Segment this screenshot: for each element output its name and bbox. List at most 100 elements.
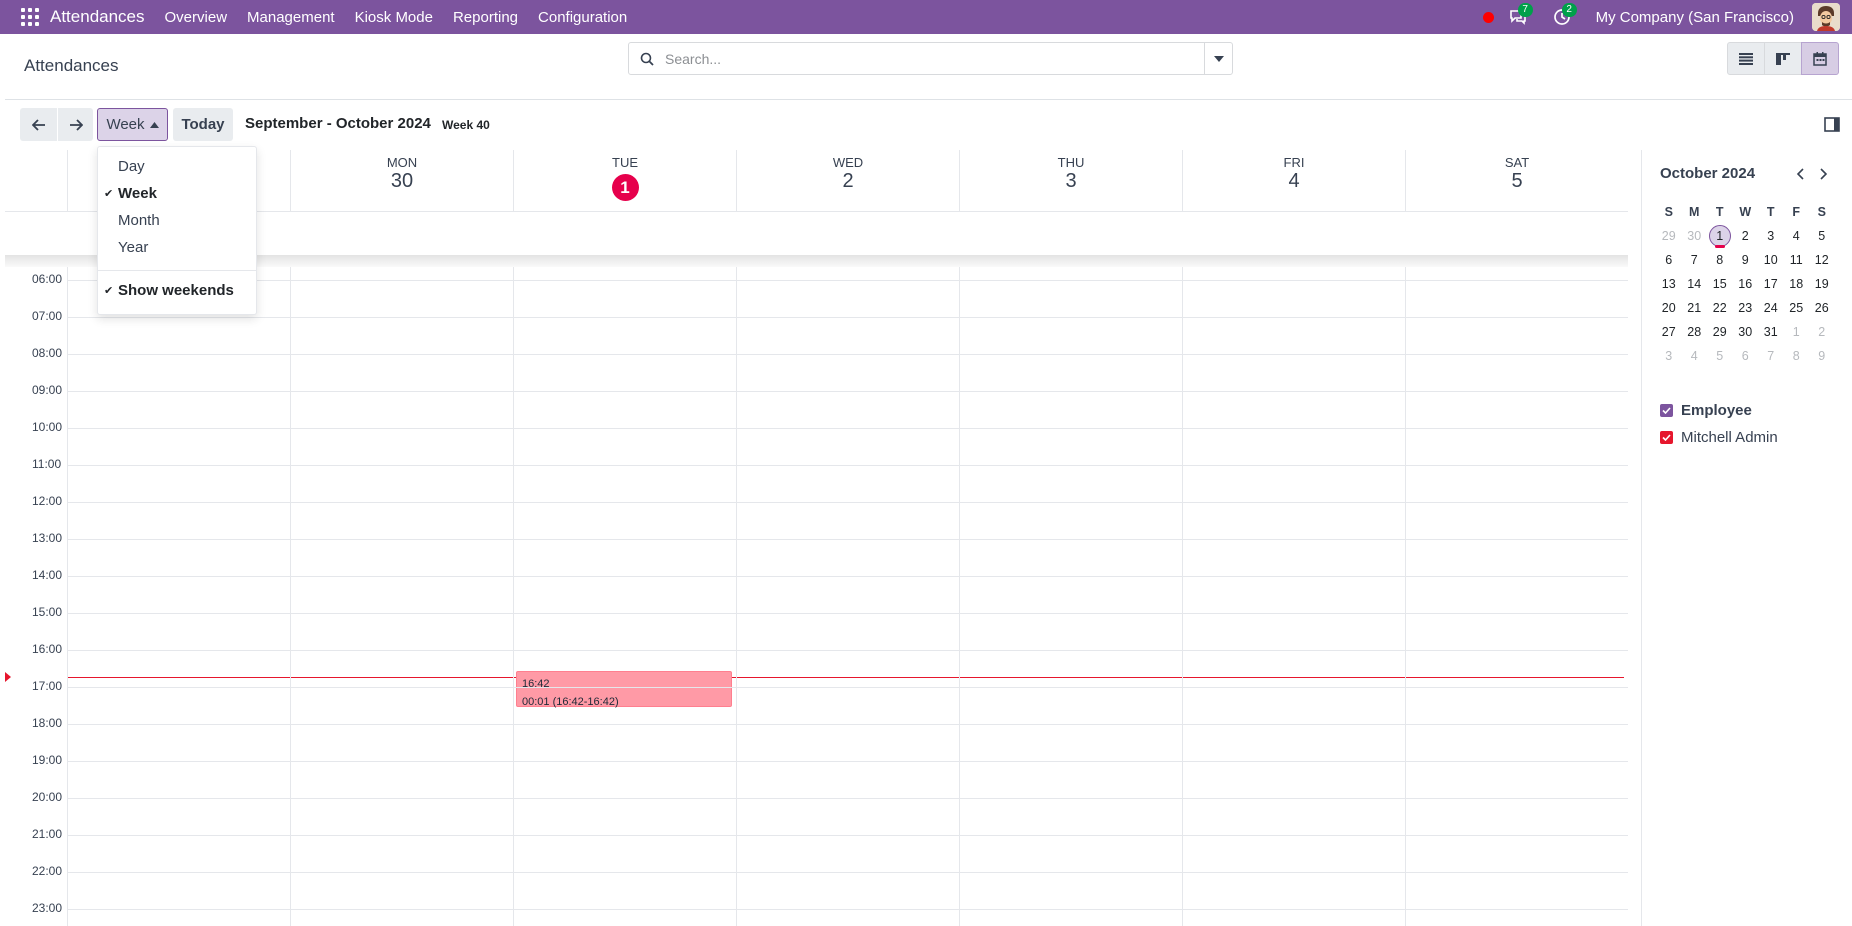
day-name: FRI xyxy=(1283,155,1305,170)
mini-day[interactable]: 7 xyxy=(1758,344,1784,368)
mini-day[interactable]: 19 xyxy=(1809,272,1835,296)
hour-label: 19:00 xyxy=(32,753,63,767)
search-input[interactable] xyxy=(665,50,1204,67)
show-weekends-toggle[interactable]: ✔ Show weekends xyxy=(98,278,256,304)
mini-day-number: 15 xyxy=(1712,277,1727,291)
mini-day[interactable]: 2 xyxy=(1733,224,1759,248)
mini-day[interactable]: 18 xyxy=(1784,272,1810,296)
mini-day[interactable]: 13 xyxy=(1656,272,1682,296)
day-column-divider xyxy=(1405,267,1406,926)
mini-day[interactable]: 12 xyxy=(1809,248,1835,272)
mini-day[interactable]: 25 xyxy=(1784,296,1810,320)
checkbox-mitchell-admin[interactable] xyxy=(1660,430,1673,444)
mini-day[interactable]: 5 xyxy=(1707,344,1733,368)
recording-indicator[interactable] xyxy=(1482,11,1494,23)
today-button[interactable]: Today xyxy=(173,108,233,141)
mini-day-number: 2 xyxy=(1818,325,1826,339)
mini-day[interactable]: 22 xyxy=(1707,296,1733,320)
day-header-fri[interactable]: FRI 4 xyxy=(1182,150,1405,211)
day-header-sat[interactable]: SAT 5 xyxy=(1405,150,1628,211)
attendance-event[interactable]: 16:42 00:01 (16:42-16:42) xyxy=(516,670,732,708)
menu-kiosk-mode[interactable]: Kiosk Mode xyxy=(345,9,443,26)
user-avatar[interactable] xyxy=(1812,3,1840,31)
search-options-toggle[interactable] xyxy=(1204,43,1232,74)
menu-management[interactable]: Management xyxy=(237,9,345,26)
mini-day[interactable]: 1 xyxy=(1784,320,1810,344)
mini-day[interactable]: 29 xyxy=(1707,320,1733,344)
mini-day[interactable]: 14 xyxy=(1682,272,1708,296)
mini-next-button[interactable] xyxy=(1816,165,1832,183)
mini-day[interactable]: 16 xyxy=(1733,272,1759,296)
mini-day[interactable]: 8 xyxy=(1707,248,1733,272)
mini-day[interactable]: 8 xyxy=(1784,344,1810,368)
mini-day-number: 27 xyxy=(1661,325,1676,339)
mini-day[interactable]: 9 xyxy=(1733,248,1759,272)
scale-dropdown-button[interactable]: Week xyxy=(97,108,168,141)
scale-option-year[interactable]: Year xyxy=(98,235,256,261)
mini-day[interactable]: 3 xyxy=(1758,224,1784,248)
mini-day[interactable]: 24 xyxy=(1758,296,1784,320)
mini-day[interactable]: 29 xyxy=(1656,224,1682,248)
mini-day-number: 2 xyxy=(1741,229,1749,243)
caret-down-icon xyxy=(1213,55,1224,62)
mini-day[interactable]: 23 xyxy=(1733,296,1759,320)
mini-day-number: 16 xyxy=(1738,277,1753,291)
mini-day[interactable]: 17 xyxy=(1758,272,1784,296)
mini-day[interactable]: 6 xyxy=(1733,344,1759,368)
mini-day-number: 12 xyxy=(1814,253,1829,267)
mini-day[interactable]: 26 xyxy=(1809,296,1835,320)
mini-day[interactable]: 4 xyxy=(1784,224,1810,248)
mini-day[interactable]: 10 xyxy=(1758,248,1784,272)
mini-day[interactable]: 21 xyxy=(1682,296,1708,320)
filter-item-mitchell-admin[interactable]: Mitchell Admin xyxy=(1660,427,1850,447)
mini-weekday-row: SMTWTFS xyxy=(1656,200,1846,224)
next-button[interactable] xyxy=(57,108,93,141)
mini-day[interactable]: 31 xyxy=(1758,320,1784,344)
calendar-view-button[interactable] xyxy=(1801,42,1839,75)
mini-day[interactable]: 5 xyxy=(1809,224,1835,248)
scale-option-month[interactable]: Month xyxy=(98,208,256,234)
search-icon xyxy=(640,52,654,66)
menu-overview[interactable]: Overview xyxy=(155,9,238,26)
menu-configuration[interactable]: Configuration xyxy=(528,9,637,26)
hour-label: 11:00 xyxy=(32,457,62,471)
time-grid[interactable]: 16:42 00:01 (16:42-16:42) 06:00 07:00 08:0… xyxy=(5,267,1628,926)
mini-weekday-label: F xyxy=(1792,205,1801,219)
scale-option-week[interactable]: ✔ Week xyxy=(98,181,256,207)
mini-week-row: 3 4 5 6 7 8 9 xyxy=(1656,344,1846,368)
mini-day[interactable]: 30 xyxy=(1682,224,1708,248)
company-switcher[interactable]: My Company (San Francisco) xyxy=(1596,9,1794,26)
app-brand[interactable]: Attendances xyxy=(50,7,145,27)
mini-day[interactable]: 28 xyxy=(1682,320,1708,344)
scale-option-day[interactable]: Day xyxy=(98,154,256,180)
menu-reporting[interactable]: Reporting xyxy=(443,9,528,26)
day-header-tue[interactable]: TUE 1 xyxy=(513,150,736,211)
messages-icon[interactable]: 7 xyxy=(1508,3,1533,27)
mini-day[interactable]: 20 xyxy=(1656,296,1682,320)
kanban-view-button[interactable] xyxy=(1764,42,1802,75)
mini-day[interactable]: 9 xyxy=(1809,344,1835,368)
mini-day[interactable]: 4 xyxy=(1682,344,1708,368)
previous-button[interactable] xyxy=(20,108,57,141)
mini-day[interactable]: 3 xyxy=(1656,344,1682,368)
day-header-wed[interactable]: WED 2 xyxy=(736,150,959,211)
mini-prev-button[interactable] xyxy=(1792,165,1808,183)
mini-day[interactable]: 11 xyxy=(1784,248,1810,272)
mini-day[interactable]: 6 xyxy=(1656,248,1682,272)
day-header-thu[interactable]: THU 3 xyxy=(959,150,1182,211)
filter-group-employee[interactable]: Employee xyxy=(1660,400,1850,420)
day-header-mon[interactable]: MON 30 xyxy=(290,150,513,211)
sidebar-toggle-icon[interactable] xyxy=(1824,117,1840,133)
activities-clock-icon[interactable]: 2 xyxy=(1552,3,1577,27)
apps-menu-icon[interactable] xyxy=(21,8,39,26)
mini-day[interactable]: 1 xyxy=(1707,224,1733,248)
mini-day[interactable]: 30 xyxy=(1733,320,1759,344)
mini-day[interactable]: 7 xyxy=(1682,248,1708,272)
mini-day[interactable]: 15 xyxy=(1707,272,1733,296)
mini-day[interactable]: 27 xyxy=(1656,320,1682,344)
search-bar[interactable] xyxy=(628,42,1233,75)
mini-day-number: 25 xyxy=(1789,301,1804,315)
checkbox-employee-group[interactable] xyxy=(1660,403,1673,417)
mini-day[interactable]: 2 xyxy=(1809,320,1835,344)
list-view-button[interactable] xyxy=(1727,42,1765,75)
